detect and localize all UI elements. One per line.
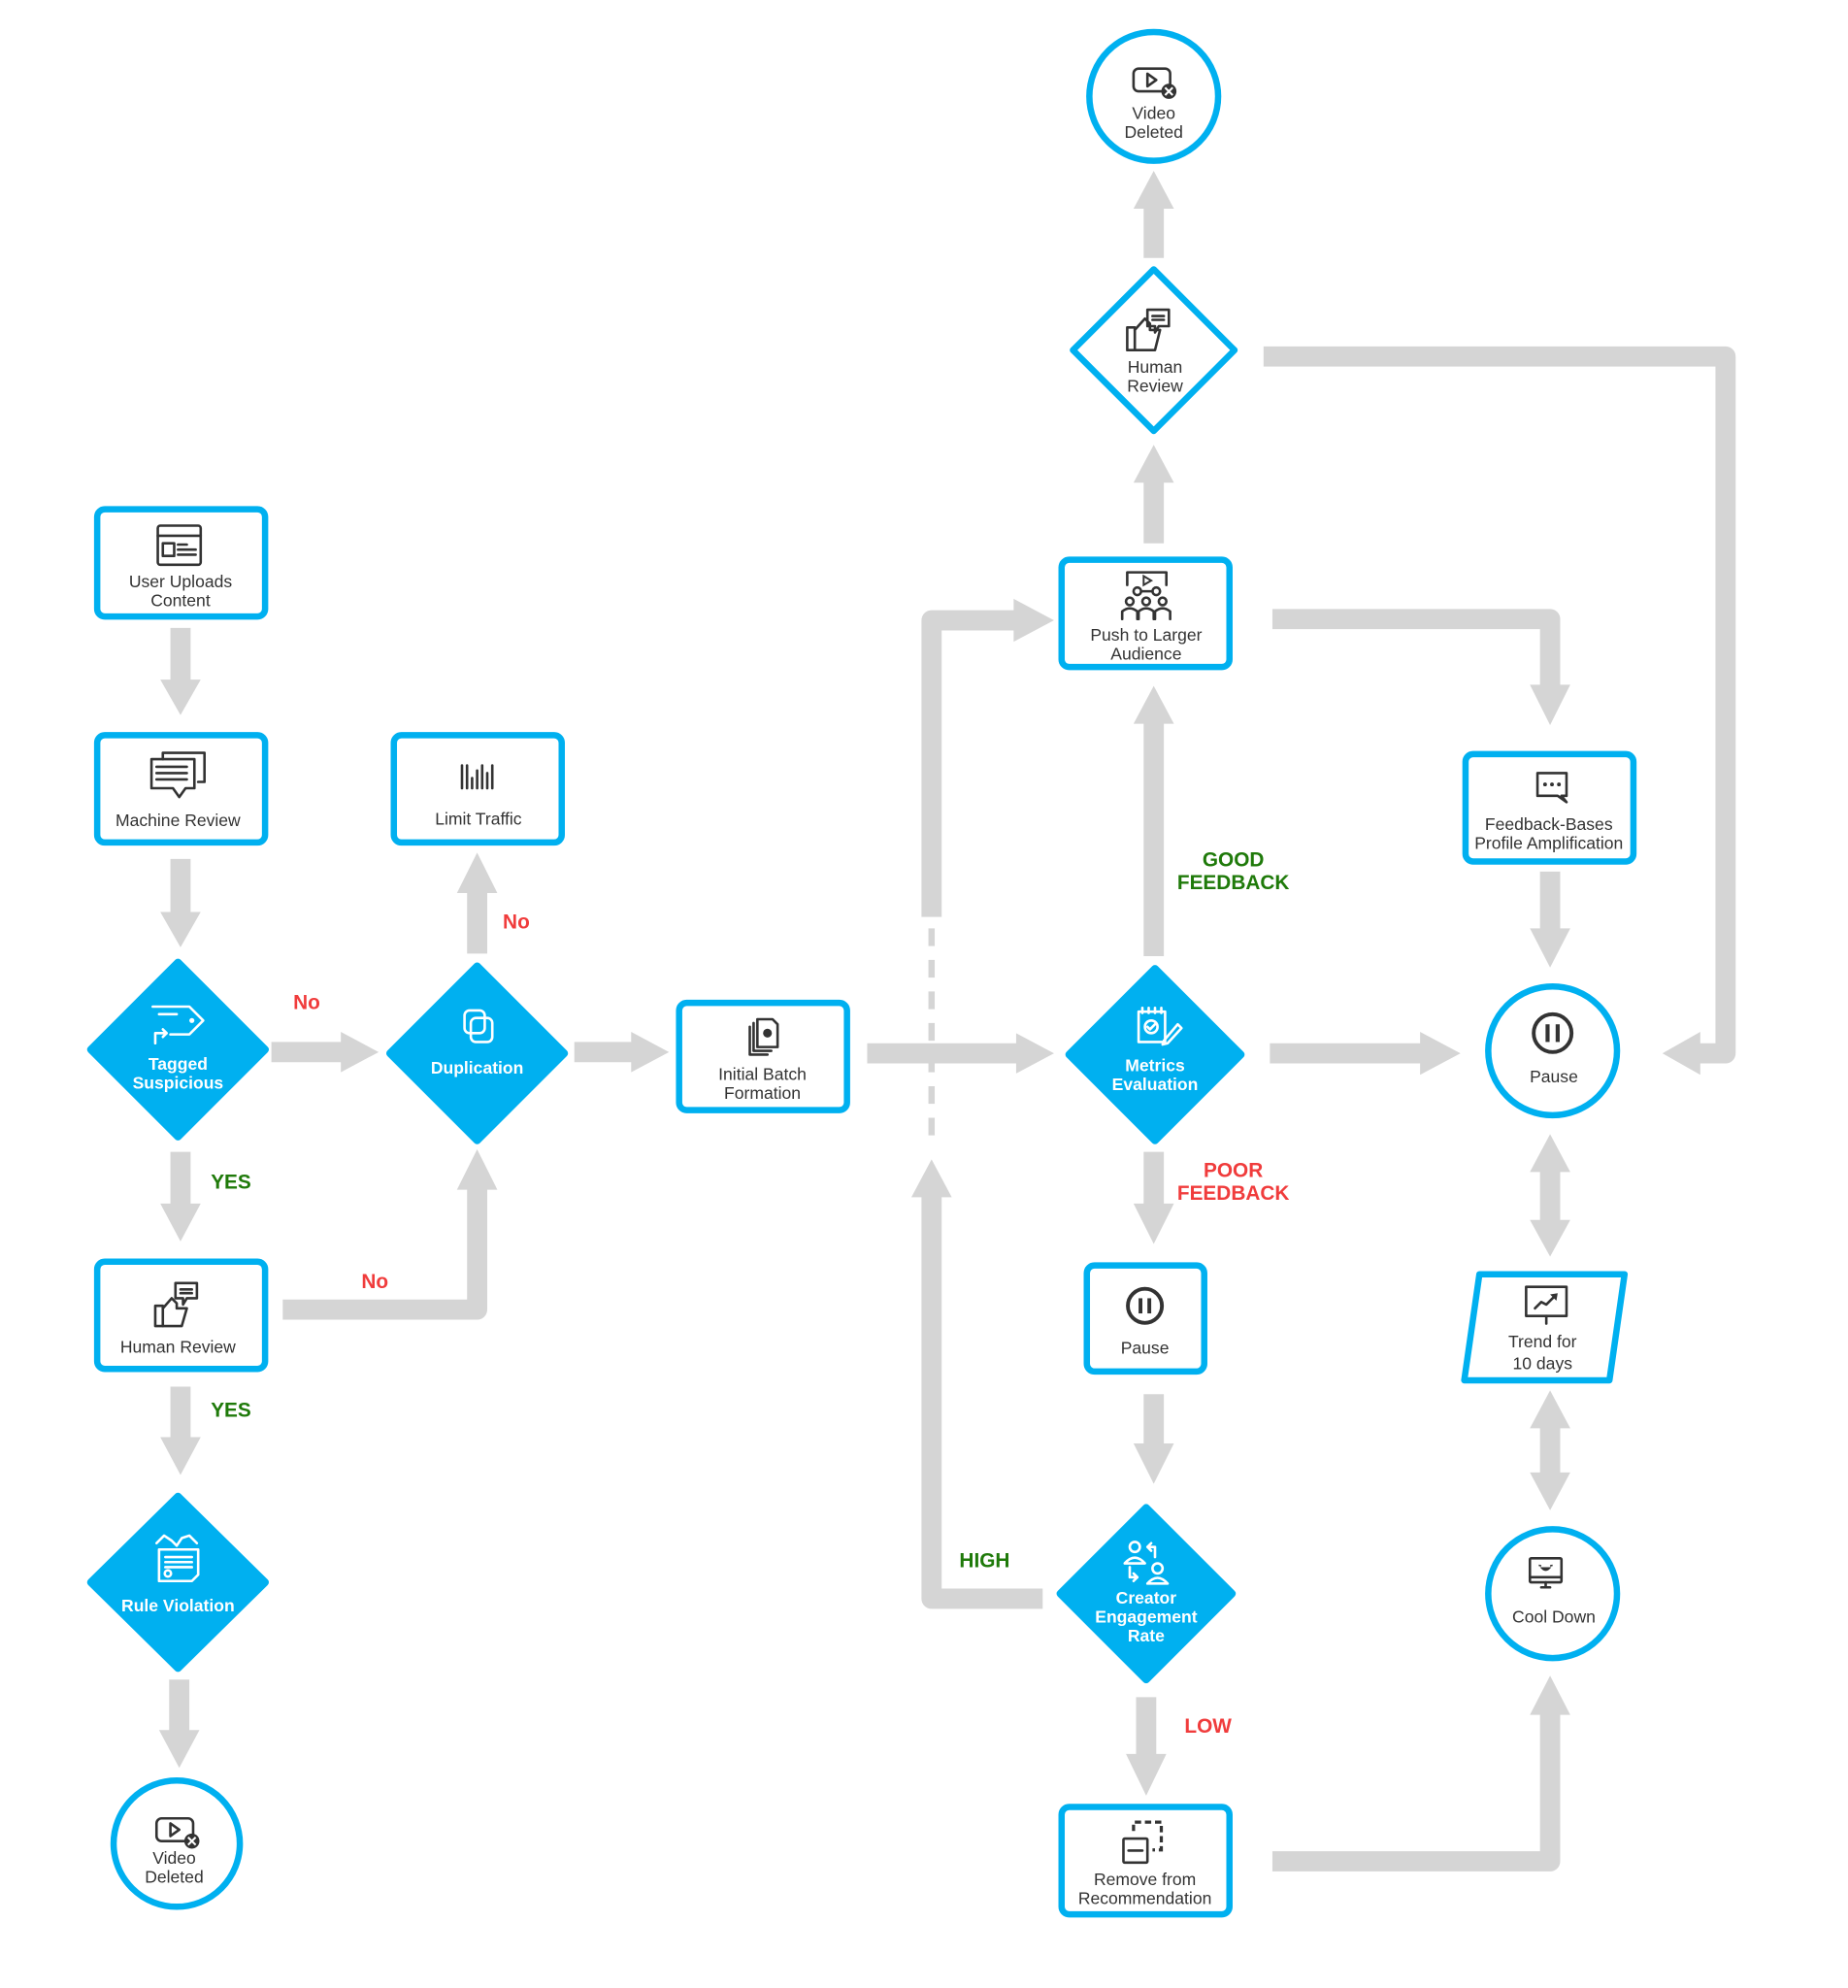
node-label: Duplication <box>431 1058 524 1077</box>
arrow-duplication-to-limit-traffic <box>456 852 498 954</box>
arrow-feedback-to-pause <box>1530 871 1570 968</box>
node-label: Human Review <box>120 1337 236 1356</box>
label-duplication-no: No <box>503 911 530 933</box>
node-user-uploads-content[interactable]: User Uploads Content <box>93 506 269 620</box>
arrow-creator-to-remove <box>1126 1697 1167 1796</box>
node-duplication[interactable]: Duplication <box>385 962 569 1144</box>
label-human-review-no: No <box>361 1271 388 1293</box>
node-pause-middle[interactable]: Pause <box>1083 1262 1207 1375</box>
node-machine-review[interactable]: Machine Review <box>93 732 269 846</box>
node-video-deleted-top[interactable]: Video Deleted <box>1086 28 1222 164</box>
label-low: LOW <box>1184 1715 1232 1738</box>
arrow-push-larger-to-feedback <box>1271 609 1570 725</box>
node-label: Video <box>1132 104 1175 123</box>
node-initial-batch-formation[interactable]: Initial Batch Formation <box>676 999 850 1113</box>
node-label: Push to Larger <box>1090 625 1202 645</box>
arrow-to-push-larger-audience <box>921 598 1054 917</box>
node-label: Remove from <box>1094 1870 1196 1889</box>
node-label: Creator <box>1116 1588 1177 1607</box>
node-label: Engagement <box>1095 1607 1197 1627</box>
node-label: Content <box>150 591 211 611</box>
arrow-remove-to-cool-down <box>1271 1675 1570 1872</box>
node-video-deleted-left[interactable]: Video Deleted <box>110 1776 244 1910</box>
arrow-push-larger-to-human-review <box>1133 445 1174 544</box>
node-label: Evaluation <box>1112 1075 1199 1094</box>
node-label: Cool Down <box>1512 1607 1596 1627</box>
node-label: Metrics <box>1125 1055 1185 1075</box>
node-label: Deleted <box>145 1868 203 1887</box>
arrow-creator-engagement-high <box>910 1159 1043 1609</box>
node-label: Video <box>152 1848 196 1868</box>
node-remove-from-recommendation[interactable]: Remove from Recommendation <box>1058 1804 1233 1918</box>
node-label: Deleted <box>1124 122 1182 142</box>
node-human-review-top[interactable]: Human Review <box>1070 266 1238 435</box>
node-tagged-suspicious[interactable]: Tagged Suspicious <box>86 958 270 1141</box>
node-label: Trend for <box>1508 1332 1577 1351</box>
node-rule-violation[interactable]: Rule Violation <box>86 1492 270 1673</box>
arrow-human-review-to-duplication <box>282 1148 498 1320</box>
arrow-human-review-to-video-deleted <box>1133 171 1174 258</box>
node-metrics-evaluation[interactable]: Metrics Evaluation <box>1065 965 1245 1144</box>
arrow-pause-trend-bidirectional <box>1530 1134 1570 1257</box>
arrow-human-review-to-pause <box>1263 346 1736 1076</box>
node-label: Limit Traffic <box>435 810 522 829</box>
arrow-tagged-to-human-review <box>160 1151 201 1242</box>
node-label: 10 days <box>1513 1353 1573 1373</box>
label-human-review-yes: YES <box>211 1400 251 1422</box>
arrow-metrics-to-push-larger <box>1133 685 1174 956</box>
node-trend-10-days[interactable]: Trend for 10 days <box>1461 1271 1629 1384</box>
node-label: Machine Review <box>116 811 241 830</box>
flowchart-canvas: No YES No No YES GOOD FEEDBACK POOR FEED… <box>86 28 1736 1918</box>
arrow-pause-to-creator-engagement <box>1133 1394 1174 1484</box>
label-poor-feedback-1: POOR <box>1204 1160 1263 1182</box>
arrow-initial-batch-to-metrics <box>867 1033 1054 1074</box>
node-push-larger-audience[interactable]: Push to Larger Audience <box>1058 556 1233 671</box>
node-label: Initial Batch <box>718 1064 807 1083</box>
arrow-duplication-to-initial-batch <box>574 1032 670 1073</box>
node-cool-down[interactable]: Cool Down <box>1485 1526 1621 1662</box>
node-label: Rule Violation <box>121 1596 235 1615</box>
node-label: Tagged <box>148 1054 208 1074</box>
arrow-rule-violation-to-video-deleted <box>158 1679 200 1769</box>
label-poor-feedback-2: FEEDBACK <box>1177 1182 1290 1205</box>
node-pause-right[interactable]: Pause <box>1485 982 1621 1119</box>
node-feedback-profile-amplification[interactable]: Feedback-Bases Profile Amplification <box>1462 750 1637 865</box>
node-human-review-left[interactable]: Human Review <box>93 1258 269 1373</box>
node-label: Rate <box>1128 1626 1165 1645</box>
label-tagged-yes: YES <box>211 1171 251 1193</box>
node-label: User Uploads <box>129 572 233 591</box>
node-label: Formation <box>724 1083 801 1103</box>
node-label: Pause <box>1530 1067 1578 1086</box>
label-good-feedback-2: FEEDBACK <box>1177 872 1290 894</box>
node-label: Suspicious <box>133 1074 224 1093</box>
arrow-uploads-to-machine-review <box>160 627 201 715</box>
label-good-feedback-1: GOOD <box>1203 849 1265 872</box>
label-high: HIGH <box>959 1549 1009 1572</box>
node-creator-engagement-rate[interactable]: Creator Engagement Rate <box>1056 1504 1237 1684</box>
arrow-metrics-to-pause-mid <box>1133 1151 1174 1244</box>
node-label: Human <box>1128 357 1183 377</box>
arrow-metrics-to-pause <box>1270 1032 1461 1076</box>
arrow-human-review-to-rule-violation <box>160 1386 201 1475</box>
node-label: Profile Amplification <box>1474 833 1623 852</box>
node-label: Recommendation <box>1078 1889 1212 1908</box>
arrow-tagged-to-duplication <box>271 1032 380 1073</box>
node-label: Audience <box>1110 644 1181 663</box>
arrow-machine-review-to-tagged <box>160 858 201 947</box>
node-label: Pause <box>1121 1339 1170 1358</box>
label-tagged-no: No <box>293 992 320 1014</box>
node-label: Feedback-Bases <box>1485 814 1613 834</box>
node-limit-traffic[interactable]: Limit Traffic <box>390 732 565 846</box>
arrow-trend-cooldown-bidirectional <box>1530 1390 1570 1510</box>
node-label: Review <box>1127 377 1183 396</box>
